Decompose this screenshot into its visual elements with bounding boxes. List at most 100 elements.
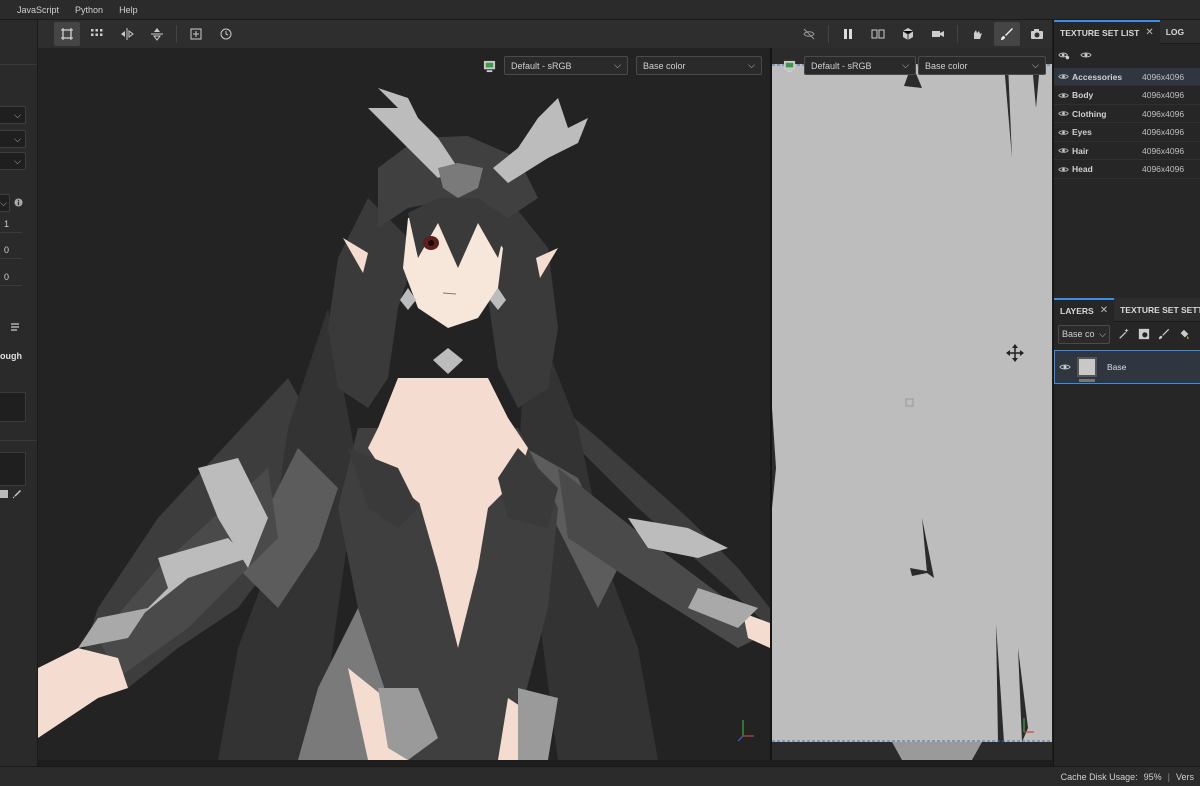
slider-track[interactable]	[0, 232, 22, 233]
add-fill-layer-icon[interactable]	[1178, 328, 1190, 340]
viewport-toolbar	[38, 20, 1052, 48]
color-swatch[interactable]	[0, 490, 8, 498]
eye-settings-icon[interactable]	[1058, 49, 1070, 61]
eye-icon[interactable]	[1054, 145, 1072, 156]
add-effect-icon[interactable]	[1118, 328, 1130, 340]
slider-track[interactable]	[0, 285, 22, 286]
close-icon[interactable]: ✕	[1100, 305, 1108, 316]
chevron-down-icon: ⌵	[14, 156, 21, 166]
3d-view-button[interactable]	[895, 22, 921, 46]
tab-layers[interactable]: LAYERS ✕	[1054, 297, 1115, 322]
texture-set-resolution: 4096x4096	[1142, 71, 1185, 82]
property-dropdown[interactable]: ⌵	[0, 106, 26, 124]
eye-icon[interactable]	[1054, 71, 1072, 82]
symmetry-y-button[interactable]	[144, 22, 170, 46]
menu-help[interactable]: Help	[111, 5, 146, 15]
slider-track[interactable]	[0, 258, 22, 259]
cache-disk-value: 95%	[1143, 771, 1162, 782]
layer-name[interactable]: Base	[1107, 362, 1126, 372]
eye-icon[interactable]	[1054, 108, 1072, 119]
viewport-3d[interactable]: Default - sRGB ⌵ Base color ⌵	[38, 48, 770, 760]
property-value[interactable]: 0	[0, 272, 9, 282]
toolbar-separator	[176, 25, 177, 43]
panel-divider	[0, 64, 37, 65]
layer-row-base[interactable]: Base	[1054, 350, 1200, 384]
colorspace-value: Default - sRGB	[811, 60, 872, 71]
viewport-2d[interactable]: Default - sRGB ⌵ Base color ⌵	[772, 48, 1052, 760]
colorspace-dropdown[interactable]: Default - sRGB ⌵	[804, 56, 916, 75]
display-settings-button[interactable]	[780, 57, 798, 75]
eye-icon[interactable]	[1054, 90, 1072, 101]
tab-label: TEXTURE SET LIST	[1060, 27, 1140, 38]
layers-tabbar: LAYERS ✕ TEXTURE SET SETTIN	[1054, 297, 1200, 322]
tab-label: TEXTURE SET SETTIN	[1120, 304, 1200, 315]
grid-options-button[interactable]	[84, 22, 110, 46]
texture-set-name: Accessories	[1072, 71, 1123, 82]
symmetry-x-button[interactable]	[114, 22, 140, 46]
property-field[interactable]	[0, 392, 26, 422]
toolbar-separator	[957, 25, 958, 43]
close-icon[interactable]: ✕	[1145, 27, 1153, 38]
chevron-down-icon: ⌵	[1032, 60, 1039, 70]
texture-set-resolution: 4096x4096	[1142, 90, 1185, 100]
property-dropdown[interactable]: ⌵	[0, 130, 26, 148]
display-mode-button[interactable]	[865, 22, 891, 46]
history-button[interactable]	[213, 22, 239, 46]
tab-label: LAYERS	[1060, 305, 1094, 316]
add-button[interactable]	[183, 22, 209, 46]
menu-javascript[interactable]: JavaScript	[9, 5, 67, 15]
texture-set-name: Head	[1072, 164, 1093, 174]
tab-log[interactable]: LOG	[1160, 20, 1190, 44]
texture-set-row[interactable]: Hair 4096x4096	[1054, 142, 1200, 160]
eye-icon[interactable]	[1080, 49, 1092, 61]
eye-icon[interactable]	[1054, 164, 1072, 175]
channel-value: Base color	[925, 60, 968, 71]
menu-python[interactable]: Python	[67, 5, 111, 15]
paint-mode-button[interactable]	[994, 22, 1020, 46]
add-paint-layer-icon[interactable]	[1158, 328, 1170, 340]
texture-set-resolution: 4096x4096	[1142, 108, 1185, 119]
texture-set-row[interactable]: Eyes 4096x4096	[1054, 124, 1200, 142]
info-icon[interactable]	[14, 198, 23, 207]
eye-icon[interactable]	[1059, 361, 1071, 373]
chevron-down-icon: ⌵	[902, 60, 909, 70]
chevron-down-icon: ⌵	[14, 134, 21, 144]
tab-texture-set-settings[interactable]: TEXTURE SET SETTIN	[1114, 298, 1200, 322]
channel-dropdown[interactable]: Base color ⌵	[918, 56, 1046, 75]
list-settings-icon[interactable]	[10, 322, 20, 332]
texture-set-row[interactable]: Clothing 4096x4096	[1054, 105, 1200, 123]
texture-set-row[interactable]: Accessories 4096x4096	[1054, 68, 1200, 86]
texture-set-tabbar: TEXTURE SET LIST ✕ LOG	[1054, 19, 1200, 44]
tab-texture-set-list[interactable]: TEXTURE SET LIST ✕	[1054, 19, 1160, 44]
grid-icon	[91, 29, 103, 36]
texture-set-resolution: 4096x4096	[1142, 145, 1185, 156]
property-value[interactable]: 1	[0, 219, 9, 229]
property-value[interactable]: 0	[0, 245, 9, 255]
eye-icon[interactable]	[1054, 127, 1072, 138]
bake-button[interactable]	[964, 22, 990, 46]
mirror-vertical-icon	[151, 28, 163, 41]
texture-set-row[interactable]: Head 4096x4096	[1054, 161, 1200, 179]
texture-set-row[interactable]: Body 4096x4096	[1054, 87, 1200, 105]
property-dropdown[interactable]: ⌵	[0, 152, 26, 170]
frame-select-icon	[61, 28, 73, 40]
eyedropper-icon[interactable]	[12, 489, 22, 499]
layer-channel-dropdown[interactable]: Base co ⌵	[1058, 324, 1110, 344]
add-mask-icon[interactable]	[1138, 328, 1150, 340]
chevron-down-icon: ⌵	[1099, 328, 1106, 339]
menu-file-partial[interactable]: t	[0, 5, 9, 15]
layers-toolbar: Base co ⌵	[1054, 322, 1200, 346]
texture-set-name: Body	[1072, 90, 1094, 100]
video-camera-icon	[932, 31, 944, 37]
chevron-down-icon: ⌵	[14, 110, 21, 120]
screenshot-button[interactable]	[1024, 22, 1050, 46]
pause-button[interactable]	[835, 22, 861, 46]
hide-button[interactable]	[796, 22, 822, 46]
mirror-horizontal-icon	[121, 28, 134, 40]
property-field[interactable]	[0, 452, 26, 486]
camera-button[interactable]	[925, 22, 951, 46]
texture-set-name: Hair	[1072, 145, 1089, 156]
character-model	[38, 88, 770, 760]
selection-mode-button[interactable]	[54, 22, 80, 46]
property-dropdown[interactable]: ⌵	[0, 194, 10, 212]
